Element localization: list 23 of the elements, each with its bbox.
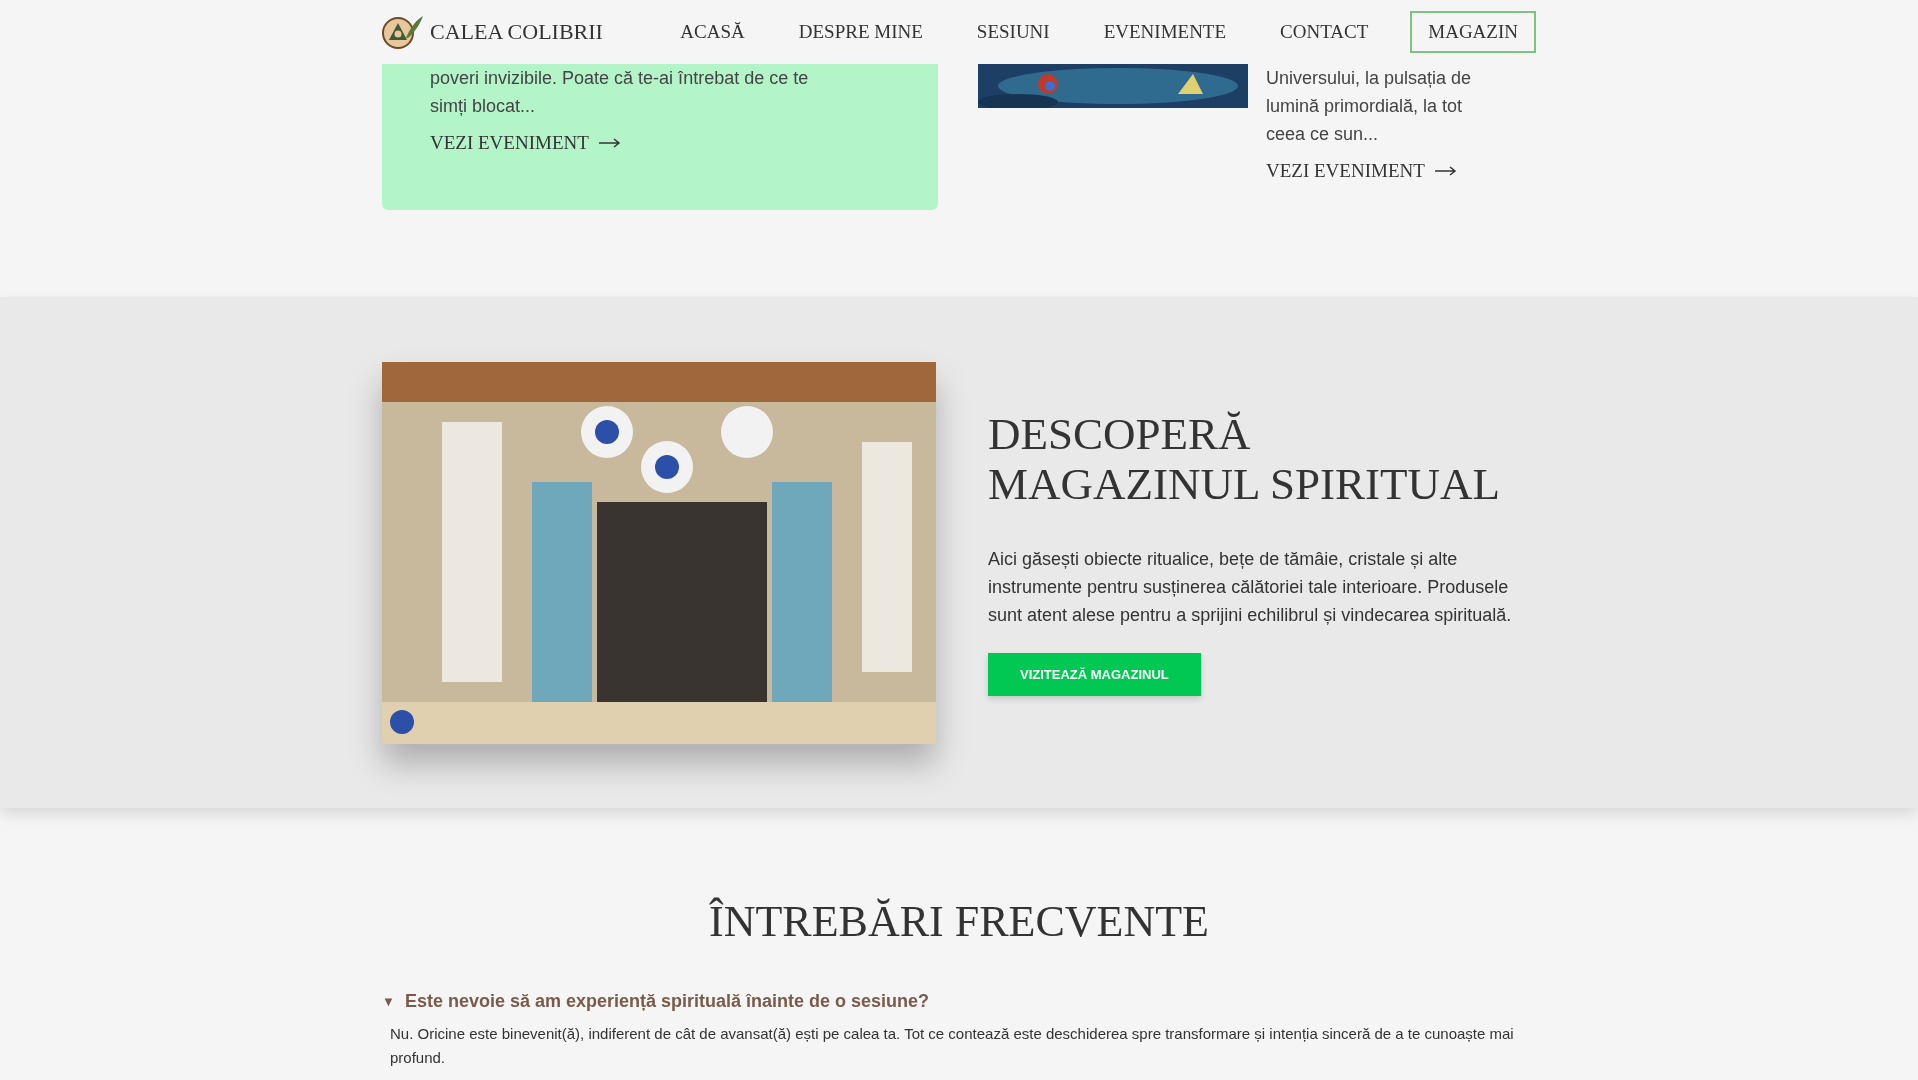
expand-toggle[interactable]: ▼ xyxy=(382,994,395,1009)
event-description: Universului, la pulsația de xyxy=(1266,67,1472,90)
nav-link[interactable]: CONTACT xyxy=(1268,11,1381,53)
arrow-icon xyxy=(598,138,621,148)
shop-description: Aici găsești obiecte ritualice, bețe de tămâie, cristale și alte instrumente pentru susținerea călătoriei tale interioare. Produsele sunt atent alese pentru a sprijini echilibrul și vindecarea spirituală. xyxy=(988,548,1513,627)
faq-question[interactable]: Este nevoie să am experiență spirituală înainte de o sesiune? xyxy=(404,991,930,1012)
event-link[interactable]: VEZI EVENIMENT xyxy=(430,132,621,154)
nav-link[interactable]: ACASĂ xyxy=(668,11,757,53)
event-description: ceea ce sun... xyxy=(1266,123,1380,146)
nav-link[interactable]: DESPRE MINE xyxy=(786,11,935,53)
nav-link[interactable]: EVENIMENTE xyxy=(1091,11,1239,53)
nav-link[interactable]: MAGAZIN xyxy=(1410,11,1536,53)
section-title: DESCOPERĂ MAGAZINUL SPIRITUAL xyxy=(988,409,1502,509)
event-link[interactable]: VEZI EVENIMENT xyxy=(1266,160,1457,182)
faq-title: ÎNTREBĂRI FRECVENTE xyxy=(708,896,1210,947)
arrow-icon xyxy=(1434,166,1457,176)
event-description: lumină primordială, la tot xyxy=(1266,95,1464,118)
nav-link[interactable]: SESIUNI xyxy=(964,11,1062,53)
logo-icon xyxy=(382,14,424,50)
event-description: poveri invizibile. Poate că te-ai întrebat de ce te xyxy=(430,67,809,90)
logo-text[interactable]: CALEA COLIBRII xyxy=(430,19,603,45)
event-description: simți blocat... xyxy=(430,95,537,118)
faq-answer: Nu. Oricine este binevenit(ă), indiferent de cât de avansat(ă) ești pe calea ta. Tot ce contează este deschiderea spre transformare și intenția sinceră de a te cunoaște mai profund. xyxy=(390,1024,1515,1068)
